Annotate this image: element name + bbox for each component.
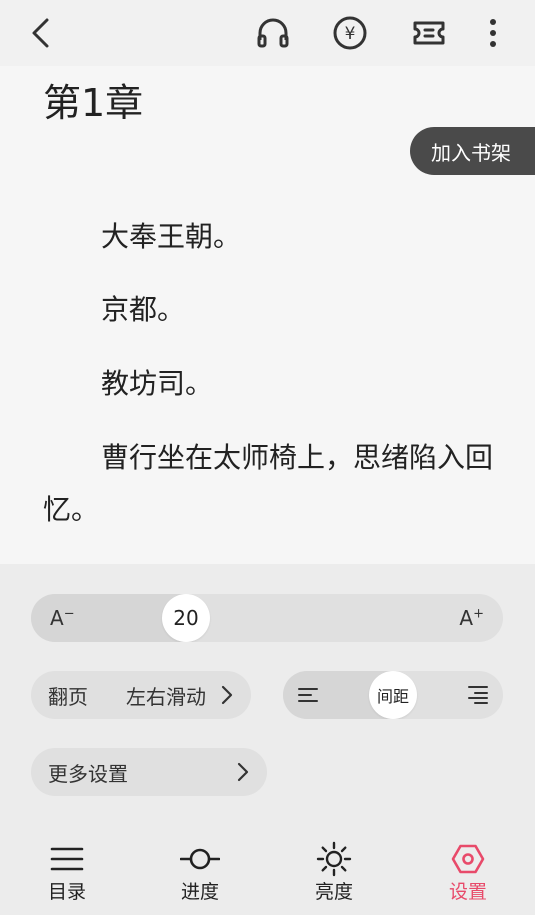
increase-font-letter: A <box>459 606 474 630</box>
spacing-loose-icon[interactable] <box>467 685 489 710</box>
paragraph: 京都。 <box>101 293 186 326</box>
headphones-icon[interactable] <box>254 14 292 52</box>
decrease-font-mark: − <box>63 606 75 622</box>
more-settings-label: 更多设置 <box>48 761 128 786</box>
tab-label: 进度 <box>180 881 219 903</box>
reader-content: 第1章 加入书架 大奉王朝。 京都。 教坊司。 曹行坐在太师椅上，思绪陷入回忆。 <box>0 66 535 564</box>
spacing-compact-icon[interactable] <box>297 685 319 710</box>
font-size-knob[interactable]: 20 <box>162 594 210 642</box>
page-turn-label: 翻页 <box>48 684 88 709</box>
ticket-icon[interactable] <box>410 14 448 52</box>
settings-hex-icon <box>448 841 488 877</box>
tab-toc[interactable]: 目录 <box>17 829 117 915</box>
tab-progress[interactable]: 进度 <box>150 829 250 915</box>
font-size-slider[interactable]: A− A+ 20 <box>31 594 503 642</box>
progress-icon <box>180 841 220 877</box>
spacing-knob[interactable]: 间距 <box>369 671 417 719</box>
tab-brightness[interactable]: 亮度 <box>284 829 384 915</box>
tab-label: 设置 <box>448 881 487 903</box>
top-bar: ¥ <box>0 0 535 66</box>
menu-icon <box>47 841 87 877</box>
settings-panel: A− A+ 20 翻页 左右滑动 间距 更多设置 目录 进度 亮度 设置 <box>0 564 535 915</box>
increase-font-button[interactable]: A+ <box>459 606 484 630</box>
chevron-right-icon <box>220 684 234 711</box>
page-turn-setting[interactable]: 翻页 左右滑动 <box>31 671 251 719</box>
back-icon[interactable] <box>22 14 60 52</box>
add-to-shelf-button[interactable]: 加入书架 <box>410 127 535 175</box>
tab-label: 目录 <box>47 881 86 903</box>
paragraph: 曹行坐在太师椅上，思绪陷入回忆。 <box>43 441 494 526</box>
tab-label: 亮度 <box>314 881 353 903</box>
sun-icon <box>314 841 354 877</box>
yuan-coin-icon[interactable]: ¥ <box>331 14 369 52</box>
chevron-right-icon <box>236 761 250 788</box>
line-spacing-slider[interactable]: 间距 <box>283 671 503 719</box>
paragraph: 大奉王朝。 <box>101 220 242 253</box>
tab-settings[interactable]: 设置 <box>418 829 518 915</box>
chapter-title: 第1章 <box>43 81 144 125</box>
paragraph: 教坊司。 <box>101 367 214 400</box>
bottom-tab-bar: 目录 进度 亮度 设置 <box>0 829 535 915</box>
increase-font-mark: + <box>473 606 484 622</box>
decrease-font-button[interactable]: A− <box>50 606 75 630</box>
decrease-font-letter: A <box>50 606 64 630</box>
more-settings-button[interactable]: 更多设置 <box>31 748 267 796</box>
coin-symbol: ¥ <box>345 24 356 44</box>
page-turn-value: 左右滑动 <box>126 684 206 709</box>
more-vertical-icon[interactable] <box>474 14 512 52</box>
